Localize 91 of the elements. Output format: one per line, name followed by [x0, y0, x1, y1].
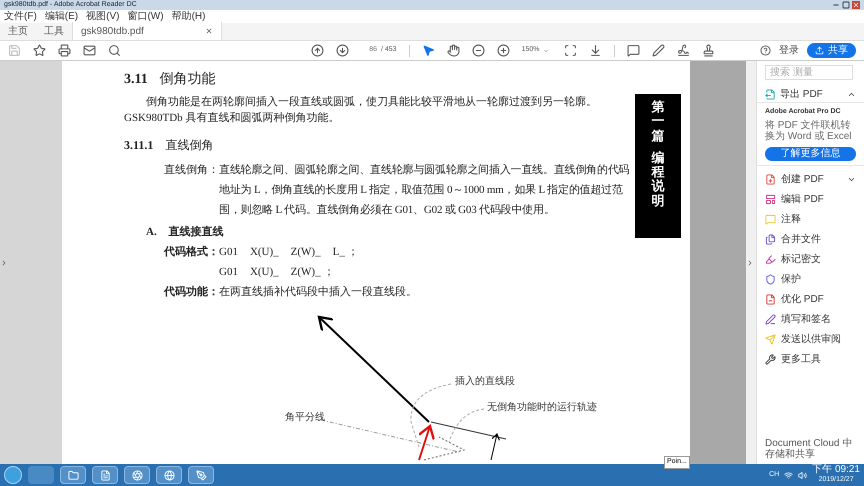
taskbar-button[interactable]: [92, 466, 118, 484]
diagram-label: 无倒角功能时的运行轨迹: [487, 402, 597, 413]
start-button[interactable]: [4, 466, 22, 484]
tool-item[interactable]: 发送以供审阅: [757, 330, 864, 350]
tab[interactable]: 主页: [0, 22, 36, 40]
export-pdf-icon: [765, 88, 776, 100]
diagram-label: 角平分线: [285, 412, 325, 423]
item-letter: A.: [146, 225, 157, 240]
code-token: L_ ；: [332, 245, 359, 260]
code-token: G01: [219, 265, 238, 280]
tool-item[interactable]: 编辑 PDF: [757, 190, 864, 210]
sign-icon[interactable]: [676, 44, 690, 57]
document-icon: [100, 470, 110, 480]
upload-icon: [815, 46, 824, 55]
function-text: 在两直线插补代码段中插入一段直线段。: [219, 284, 417, 300]
collapse-pane-icon[interactable]: [746, 258, 754, 266]
pen-icon[interactable]: [652, 44, 665, 57]
aperture-icon: [132, 470, 142, 480]
tool-item[interactable]: 标记密文: [757, 250, 864, 270]
cursor-icon[interactable]: [422, 44, 435, 57]
definition-term: 直线倒角：: [164, 163, 219, 178]
menu-item[interactable]: 编辑(E): [44, 10, 78, 23]
menu-item[interactable]: 文件(F): [4, 10, 37, 23]
tool-item[interactable]: 注释: [757, 210, 864, 230]
expand-left-pane-icon[interactable]: [0, 258, 8, 266]
function-label: 代码功能：: [164, 284, 219, 300]
section-title: 倒角功能: [160, 70, 216, 89]
definition-text: 直线轮廓之间、圆弧轮廓之间、直线轮廓与圆弧轮廓之间插入一直线。直线倒角的代码地址为 L，倒角直线的长度用 L 指定，取值范围 0～1000 mm，如果 L 指定的值超过范围，则忽略 L 代码。直线倒角必须在 G01、G02 或 G03 代码段中使用。: [219, 162, 630, 218]
cloud-storage-note: Document Cloud 中存储和共享: [764, 438, 854, 460]
maximize-icon[interactable]: [842, 1, 850, 9]
help-icon[interactable]: [760, 45, 771, 56]
intro-paragraph: 倒角功能是在两轮廓间插入一段直线或圆弧，使刀具能比较平滑地从一轮廓过渡到另一轮廓。GSK980TDb 具有直线和圆弧两种倒角功能。: [124, 94, 598, 126]
pen-tool-icon: [196, 470, 206, 480]
taskbar-button[interactable]: [124, 466, 150, 484]
search-field[interactable]: 搜索 测量: [765, 65, 853, 80]
caret-icon: [543, 48, 550, 54]
stamp-icon[interactable]: [702, 44, 715, 57]
menu-item[interactable]: 帮助(H): [172, 10, 206, 23]
tool-item[interactable]: 保护: [757, 270, 864, 290]
network-icon[interactable]: [784, 470, 794, 480]
close-icon[interactable]: [852, 1, 860, 9]
clock-time: 下午 09:21: [812, 465, 860, 475]
code-token: G01: [219, 245, 238, 260]
subsection-number: 3.11.1: [124, 137, 154, 154]
export-pdf-row[interactable]: 导出 PDF: [757, 86, 864, 102]
print-icon[interactable]: [58, 44, 71, 57]
code-token: Z(W)_ ；: [290, 265, 334, 280]
taskbar-button[interactable]: [60, 466, 86, 484]
search-icon[interactable]: [108, 44, 121, 57]
format-label: 代码格式：: [164, 244, 219, 260]
tool-item[interactable]: 合并文件: [757, 230, 864, 250]
tool-item[interactable]: 填写和签名: [757, 310, 864, 330]
volume-icon[interactable]: [798, 470, 808, 480]
learn-more-button[interactable]: 了解更多信息: [765, 146, 856, 160]
comment-icon[interactable]: [626, 44, 640, 57]
item-title: 直线接直线: [168, 224, 224, 240]
star-icon[interactable]: [33, 44, 46, 57]
zoom-out-icon[interactable]: [472, 44, 485, 57]
subsection-title: 直线倒角: [165, 137, 214, 154]
chapter-label: 编程说明: [652, 150, 664, 208]
scroll-mode-icon[interactable]: [588, 44, 602, 57]
folder-icon: [68, 470, 78, 480]
fit-page-icon[interactable]: [564, 44, 577, 57]
chamfer-arrow: [418, 424, 436, 460]
globe-icon: [164, 470, 174, 480]
menu-item[interactable]: 窗口(W): [127, 10, 164, 23]
taskbar-button[interactable]: [156, 466, 182, 484]
tool-item[interactable]: 创建 PDF: [757, 170, 864, 190]
diagram-label: 插入的直线段: [455, 376, 515, 387]
tab[interactable]: 工具: [36, 22, 72, 40]
zoom-in-icon[interactable]: [496, 44, 510, 57]
product-description: 将 PDF 文件联机转换为 Word 或 Excel: [765, 120, 852, 142]
code-token: Z(W)_: [290, 245, 321, 260]
expand-icon: [847, 175, 856, 184]
chapter-label: 第一篇: [652, 100, 664, 143]
previous-page-icon[interactable]: [311, 44, 324, 57]
tool-item[interactable]: 更多工具: [757, 350, 864, 370]
section-number: 3.11: [124, 71, 148, 89]
share-button[interactable]: 共享: [807, 43, 856, 58]
hand-icon[interactable]: [446, 44, 460, 57]
next-page-icon[interactable]: [336, 44, 349, 57]
mail-icon[interactable]: [83, 44, 96, 57]
scrollbar[interactable]: [690, 61, 746, 464]
code-token: X(U)_: [250, 245, 279, 260]
close-tab-icon[interactable]: [205, 27, 213, 35]
tool-item[interactable]: 优化 PDF: [757, 290, 864, 310]
sign-in-link[interactable]: 登录: [779, 43, 799, 58]
code-token: X(U)_: [250, 265, 279, 280]
menu-item[interactable]: 视图(V): [86, 10, 120, 23]
taskbar-button[interactable]: [188, 466, 214, 484]
tab[interactable]: gsk980tdb.pdf: [72, 22, 222, 40]
